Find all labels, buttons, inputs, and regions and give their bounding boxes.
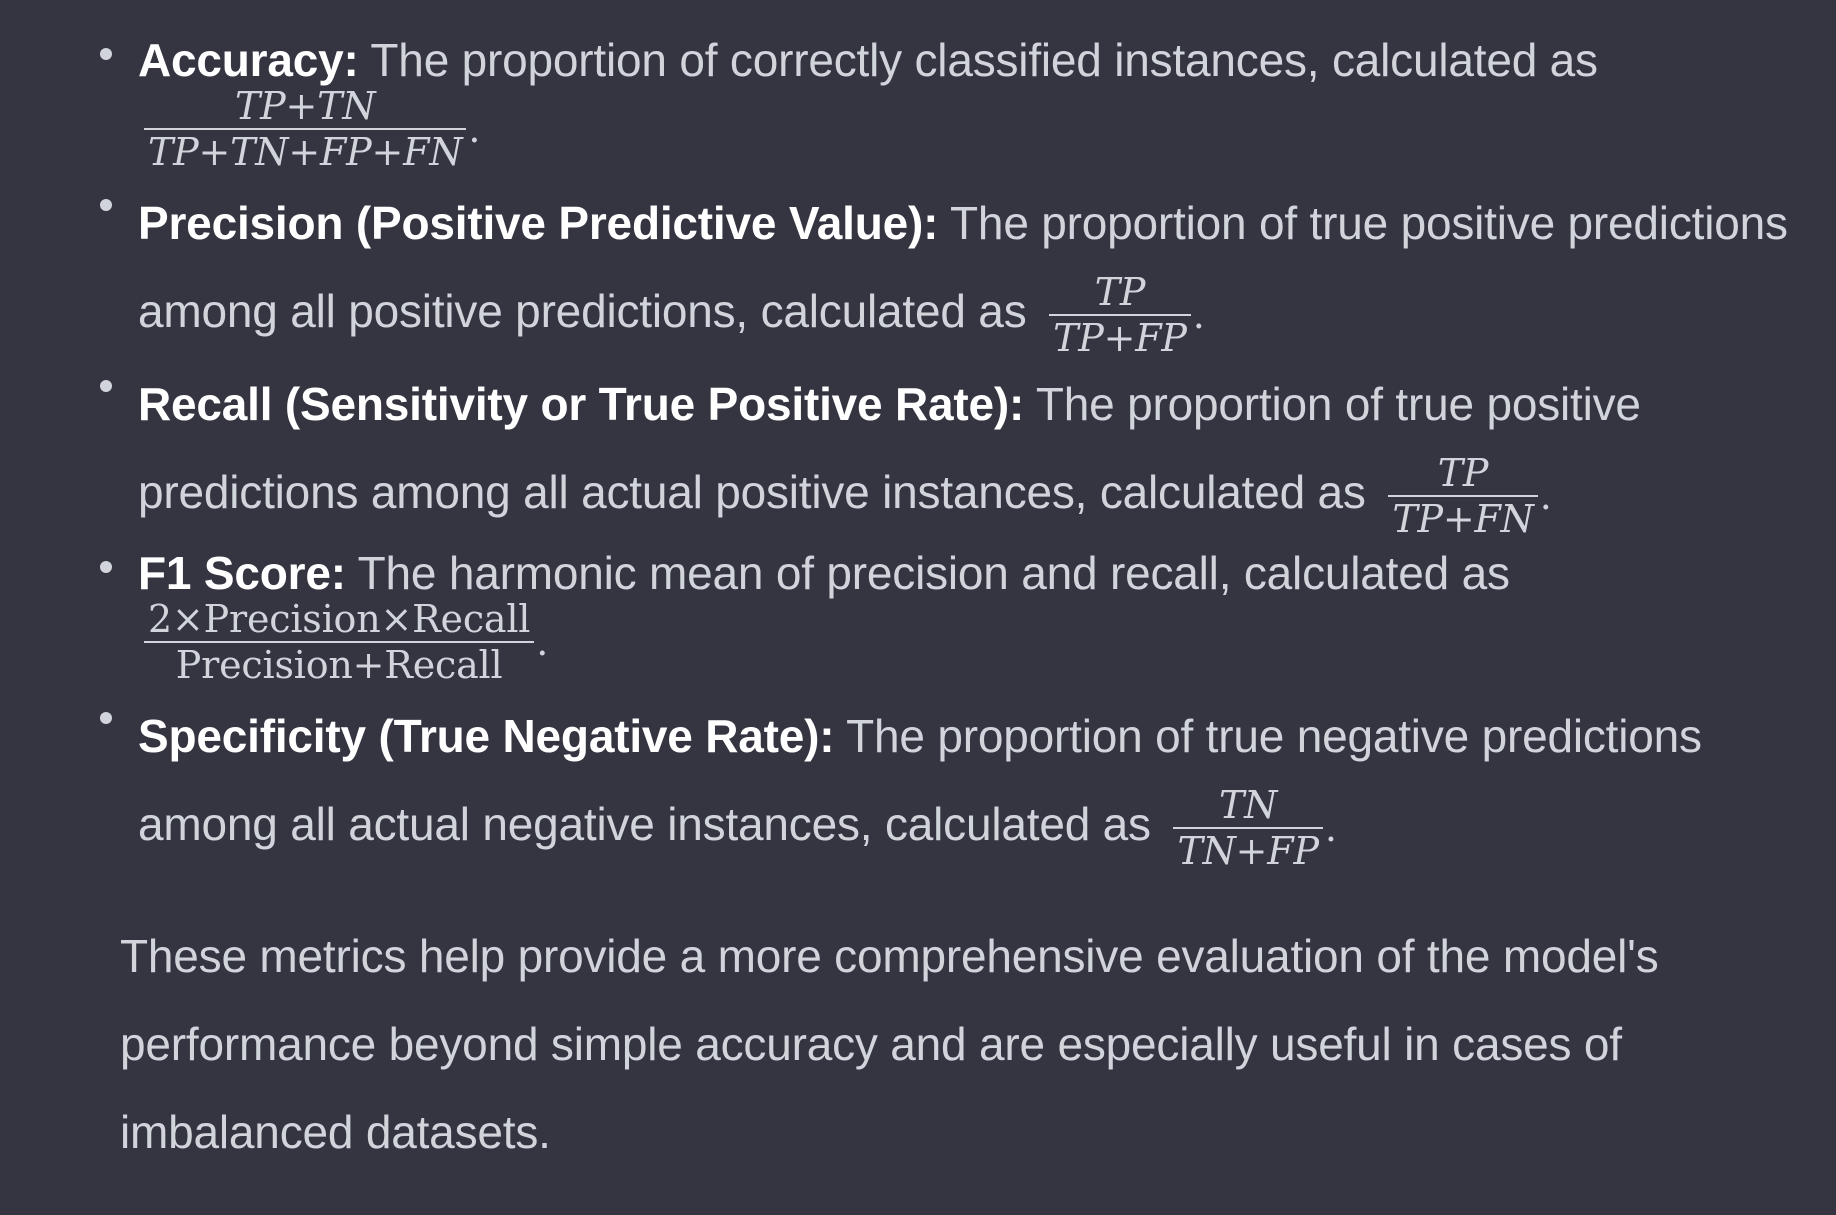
formula-f1-block: 2×Precision×Recall Precision+Recall . <box>138 599 1796 691</box>
fraction-numerator: TP <box>1437 450 1489 495</box>
formula-period: . <box>468 107 481 151</box>
list-item-specificity: Specificity (True Negative Rate): The pr… <box>98 692 1796 872</box>
description-f1-score: The harmonic mean of precision and recal… <box>357 546 1510 599</box>
formula-period: . <box>1192 292 1205 337</box>
fraction-denominator: TN+FP <box>1177 828 1319 873</box>
term-precision: Precision (Positive Predictive Value): <box>138 197 939 249</box>
term-recall: Recall (Sensitivity or True Positive Rat… <box>138 377 1025 430</box>
fraction-f1-score: 2×Precision×Recall Precision+Recall <box>144 596 535 687</box>
formula-period: . <box>1539 473 1552 518</box>
fraction-numerator: 2×Precision×Recall <box>148 596 531 641</box>
list-item-f1-score: F1 Score: The harmonic mean of precision… <box>98 541 1796 691</box>
list-item-accuracy: Accuracy: The proportion of correctly cl… <box>98 28 1796 178</box>
summary-paragraph: These metrics help provide a more compre… <box>120 929 1659 1158</box>
fraction-accuracy: TP+TN TP+TN+FP+FN <box>144 84 467 174</box>
fraction-precision: TP TP+FP <box>1049 272 1191 358</box>
list-item-recall: Recall (Sensitivity or True Positive Rat… <box>98 360 1796 540</box>
fraction-denominator: TP+FP <box>1053 315 1187 360</box>
fraction-numerator: TP+TN <box>235 84 376 128</box>
metrics-list: Accuracy: The proportion of correctly cl… <box>98 28 1796 872</box>
formula-period: . <box>536 619 549 664</box>
fraction-specificity: TN TN+FP <box>1173 782 1323 873</box>
fraction-recall: TP TP+FN <box>1388 450 1538 541</box>
fraction-denominator: TP+TN+FP+FN <box>148 130 463 174</box>
fraction-numerator: TP <box>1094 269 1146 314</box>
formula-period: . <box>1324 805 1337 850</box>
term-accuracy: Accuracy: <box>138 34 359 86</box>
fraction-denominator: Precision+Recall <box>175 642 503 687</box>
term-f1-score: F1 Score: <box>138 546 346 599</box>
description-accuracy: The proportion of correctly classified i… <box>370 34 1598 86</box>
term-specificity: Specificity (True Negative Rate): <box>138 709 835 762</box>
fraction-denominator: TP+FN <box>1392 496 1534 541</box>
formula-accuracy-block: TP+TN TP+TN+FP+FN . <box>138 86 1796 178</box>
list-item-precision: Precision (Positive Predictive Value): T… <box>98 179 1796 359</box>
assistant-message: Accuracy: The proportion of correctly cl… <box>0 0 1836 1215</box>
fraction-numerator: TN <box>1219 782 1278 827</box>
